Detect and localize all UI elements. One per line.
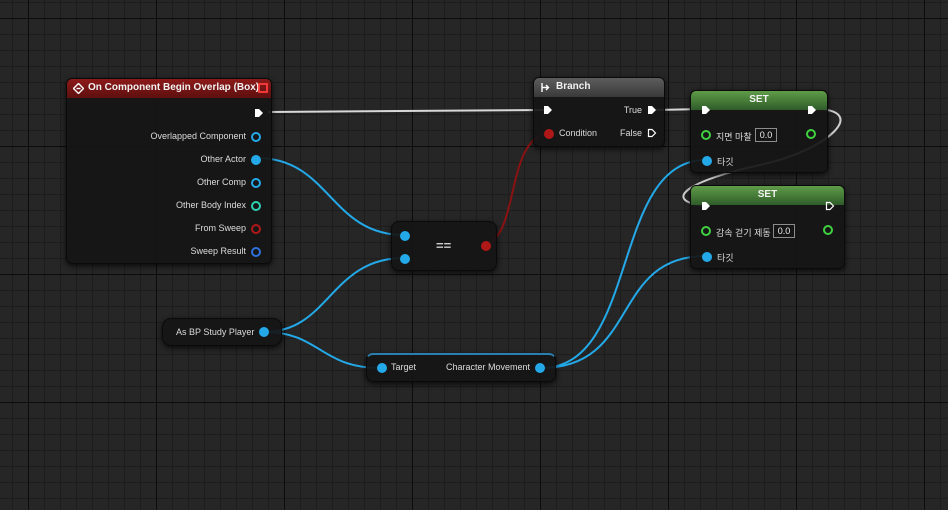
- exec-wire-event-branch: [267, 109, 547, 113]
- pin-other-comp[interactable]: [251, 178, 261, 188]
- set2-target-label: 타깃: [717, 253, 734, 263]
- wire-movement-set1: [540, 159, 707, 369]
- movement-output-label: Character Movement: [445, 362, 530, 372]
- pin-label-from-sweep: From Sweep: [194, 223, 246, 233]
- wire-movement-set2: [540, 255, 707, 369]
- event-node-header: On Component Begin Overlap (Box): [67, 79, 271, 98]
- player-output-pin[interactable]: [259, 327, 269, 337]
- equal-operator: ==: [436, 238, 452, 253]
- set2-target-pin[interactable]: [702, 252, 712, 262]
- branch-true-label: True: [623, 105, 642, 115]
- branch-condition-pin[interactable]: [544, 129, 554, 139]
- set1-value-in-pin[interactable]: [701, 130, 711, 140]
- event-diamond-icon: [72, 82, 85, 97]
- set2-value-out-pin[interactable]: [823, 225, 833, 235]
- event-node-title: On Component Begin Overlap (Box): [88, 82, 260, 93]
- branch-false-exec-pin[interactable]: [647, 128, 657, 138]
- movement-target-label: Target: [391, 362, 417, 372]
- set1-value-out-pin[interactable]: [806, 129, 816, 139]
- character-movement-node[interactable]: Target Character Movement: [366, 353, 556, 382]
- set1-target-pin[interactable]: [702, 156, 712, 166]
- wire-other-actor-equal: [256, 157, 405, 236]
- branch-condition-label: Condition: [559, 128, 598, 138]
- pin-from-sweep[interactable]: [251, 224, 261, 234]
- set1-target-label: 타깃: [717, 157, 734, 167]
- pin-label-overlapped-component: Overlapped Component: [150, 131, 246, 141]
- set-node-ground-friction[interactable]: SET 지면 마찰 0.0 타깃: [690, 90, 828, 173]
- pin-label-other-body-index: Other Body Index: [175, 200, 246, 210]
- branch-false-label: False: [619, 128, 642, 138]
- branch-node-header: Branch: [534, 78, 664, 97]
- set2-value-in-pin[interactable]: [701, 226, 711, 236]
- event-exec-out-pin[interactable]: [254, 108, 264, 118]
- set-node-braking-deceleration[interactable]: SET 감속 걷기 제동 0.0 타깃: [690, 185, 845, 269]
- equal-input-b-pin[interactable]: [400, 254, 410, 264]
- branch-exec-in-pin[interactable]: [543, 105, 553, 115]
- equal-input-a-pin[interactable]: [400, 231, 410, 241]
- branch-node-title: Branch: [556, 81, 591, 92]
- as-bp-study-player-node[interactable]: As BP Study Player: [162, 318, 282, 346]
- set2-field-label: 감속 걷기 제동: [716, 228, 771, 238]
- delegate-square-icon[interactable]: [258, 83, 268, 96]
- pin-label-other-comp: Other Comp: [196, 177, 246, 187]
- set-node-2-title: SET: [757, 189, 778, 200]
- set2-exec-out-pin[interactable]: [825, 201, 835, 211]
- player-node-label: As BP Study Player: [176, 327, 255, 337]
- event-node-component-begin-overlap[interactable]: On Component Begin Overlap (Box) Overlap…: [66, 78, 272, 264]
- set1-exec-out-pin[interactable]: [807, 105, 817, 115]
- pin-sweep-result[interactable]: [251, 247, 261, 257]
- set2-exec-in-pin[interactable]: [701, 201, 711, 211]
- branch-true-exec-pin[interactable]: [647, 105, 657, 115]
- set1-value-box[interactable]: 0.0: [755, 128, 777, 142]
- branch-node[interactable]: Branch Condition True False: [533, 77, 665, 147]
- branch-icon: [540, 82, 551, 96]
- wire-player-equal: [263, 257, 405, 333]
- movement-output-pin[interactable]: [535, 363, 545, 373]
- set-node-2-header: SET: [691, 186, 844, 205]
- pin-overlapped-component[interactable]: [251, 132, 261, 142]
- pin-other-actor[interactable]: [251, 155, 261, 165]
- set1-field-label: 지면 마찰: [716, 132, 752, 142]
- set-node-1-title: SET: [749, 94, 769, 105]
- set2-value-box[interactable]: 0.0: [773, 224, 795, 238]
- pin-label-sweep-result: Sweep Result: [190, 246, 246, 256]
- set1-exec-in-pin[interactable]: [701, 105, 711, 115]
- equal-output-pin[interactable]: [481, 241, 491, 251]
- equal-node[interactable]: ==: [391, 221, 497, 271]
- pin-other-body-index[interactable]: [251, 201, 261, 211]
- movement-target-pin[interactable]: [377, 363, 387, 373]
- pin-label-other-actor: Other Actor: [200, 154, 246, 164]
